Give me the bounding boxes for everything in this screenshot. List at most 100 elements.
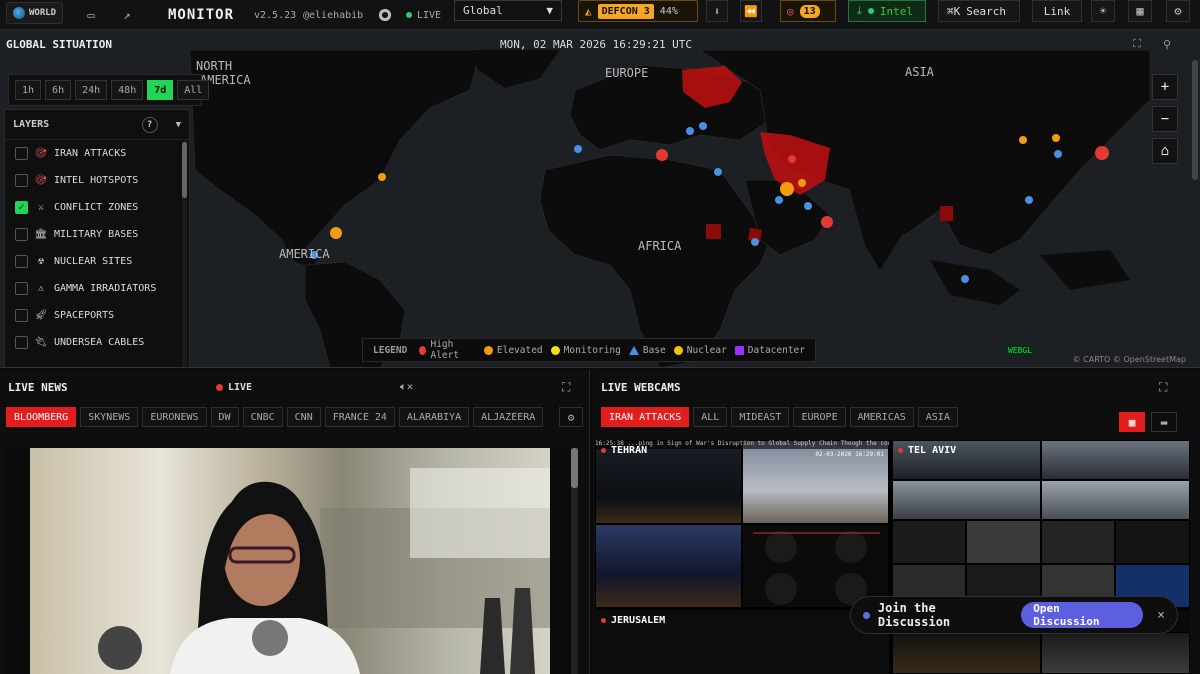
marker-high-alert[interactable] [1095,146,1109,160]
layer-checkbox[interactable] [15,228,28,241]
webcam-filter-tab[interactable]: ALL [693,407,728,427]
time-filter-6h[interactable]: 6h [45,80,72,100]
marker-high-alert[interactable] [821,216,833,228]
layer-checkbox[interactable] [15,336,28,349]
zoom-in-button[interactable]: + [1152,74,1178,100]
marker-elevated[interactable] [378,173,386,181]
marker-elevated[interactable] [1019,136,1027,144]
map-scrollbar[interactable] [1192,60,1198,180]
webcam-filter-tab[interactable]: AMERICAS [849,407,914,427]
marker-elevated[interactable] [1052,134,1060,142]
mute-icon[interactable]: 🔈︎× [400,380,413,394]
layer-row[interactable]: ⚠ GAMMA IRRADIATORS [5,275,189,302]
marker-high-alert[interactable] [788,155,796,163]
link-button[interactable]: Link [1032,0,1082,22]
marker-elevated[interactable] [780,182,794,196]
channel-tab[interactable]: DW [210,407,239,427]
news-scrollbar[interactable] [571,448,578,674]
marker-base[interactable] [574,145,582,153]
webcam-subfeed[interactable] [966,520,1041,564]
webcam-subfeed[interactable] [1115,520,1190,564]
channel-tab[interactable]: EURONEWS [142,407,207,427]
channel-tab[interactable]: ALARABIYA [398,407,470,427]
sun-icon[interactable]: ☀ [1091,0,1115,22]
panels-icon[interactable]: ▦ [1128,0,1152,22]
layers-header[interactable]: LAYERS ? ▼ [5,110,189,140]
marker-base[interactable] [961,275,969,283]
alerts-button[interactable]: ◎ 13 [780,0,836,22]
defcon-indicator[interactable]: ◭ DEFCON 3 44% [578,0,698,22]
webcam-cell-jerusalem[interactable]: JERUSALEM [595,610,889,674]
channel-tab[interactable]: SKYNEWS [80,407,139,427]
gear-icon[interactable]: ⚙ [1166,0,1190,22]
grid-view-button[interactable]: ▦ [1119,412,1145,432]
layer-checkbox[interactable] [15,147,28,160]
channel-tab[interactable]: ALJAZEERA [473,407,544,427]
layer-checkbox[interactable] [15,309,28,322]
single-view-button[interactable]: ▬ [1151,412,1177,432]
monitor-icon[interactable]: ▭ [80,4,102,26]
layer-row[interactable]: 🏛︎ MILITARY BASES [5,221,189,248]
fullscreen-icon[interactable]: ⛶ [1126,34,1148,54]
map-attribution[interactable]: © CARTO © OpenStreetMap [1073,355,1186,364]
video-frame[interactable] [30,448,550,674]
marker-base[interactable] [775,196,783,204]
time-filter-7d[interactable]: 7d [147,80,174,100]
layer-row[interactable]: 🔌︎ UNDERSEA CABLES [5,329,189,356]
layers-scrollbar[interactable] [182,142,187,367]
marker-elevated[interactable] [798,179,806,187]
marker-high-alert[interactable] [656,149,668,161]
download-button[interactable]: ⬇ [706,0,728,22]
layer-row[interactable]: ✓ ⚔ CONFLICT ZONES [5,194,189,221]
news-video-player[interactable] [4,448,578,674]
layer-row[interactable]: 🎯︎ IRAN ATTACKS [5,140,189,167]
time-filter-1h[interactable]: 1h [15,80,42,100]
conflict-zone-myanmar[interactable] [940,206,953,221]
webcam-filter-tab[interactable]: EUROPE [793,407,846,427]
layer-checkbox[interactable] [15,255,28,268]
marker-base[interactable] [1054,150,1062,158]
time-filter-24h[interactable]: 24h [75,80,108,100]
layer-checkbox[interactable] [15,174,28,187]
zoom-out-button[interactable]: − [1152,106,1178,132]
rewind-button[interactable]: ⏪ [740,0,762,22]
region-select[interactable]: Global ▼ [454,0,562,21]
github-icon[interactable] [378,0,392,30]
marker-base[interactable] [714,168,722,176]
webcam-subfeed[interactable] [892,632,1041,674]
pin-icon[interactable]: ⚲ [1156,34,1178,54]
fullscreen-icon[interactable]: ⛶ [1159,380,1167,395]
webcam-subfeed[interactable] [1041,520,1115,564]
channel-tab[interactable]: BLOOMBERG [6,407,77,427]
gear-icon[interactable]: ⚙ [559,407,583,427]
marker-base[interactable] [1025,196,1033,204]
close-icon[interactable]: × [1157,608,1165,623]
layer-checkbox[interactable]: ✓ [15,201,28,214]
conflict-zone-sudan[interactable] [706,224,721,239]
marker-base[interactable] [686,127,694,135]
collapse-icon[interactable]: ▼ [176,120,181,130]
webcam-subfeed[interactable] [892,520,966,564]
marker-base[interactable] [699,122,707,130]
open-discussion-button[interactable]: Open Discussion [1021,602,1144,628]
webcam-subfeed[interactable]: 02-03-2026 16:29:01 [742,440,889,524]
webcam-filter-tab[interactable]: IRAN ATTACKS [601,407,690,427]
time-filter-48h[interactable]: 48h [111,80,144,100]
marker-base[interactable] [804,202,812,210]
webcam-subfeed[interactable] [1041,632,1190,674]
fullscreen-icon[interactable]: ⛶ [562,380,570,395]
channel-tab[interactable]: CNN [286,407,321,427]
channel-tab[interactable]: FRANCE 24 [324,407,395,427]
webcam-subfeed[interactable] [1041,440,1190,480]
time-filter-all[interactable]: All [177,80,210,100]
layer-row[interactable]: 🎯︎ INTEL HOTSPOTS [5,167,189,194]
webcam-filter-tab[interactable]: ASIA [917,407,958,427]
layer-row[interactable]: ☢ NUCLEAR SITES [5,248,189,275]
webcam-subfeed[interactable] [1041,480,1190,520]
webcam-subfeed[interactable] [595,524,742,608]
search-button[interactable]: ⌘K Search [938,0,1020,22]
layer-row[interactable]: 🚀︎ SPACEPORTS [5,302,189,329]
webcam-filter-tab[interactable]: MIDEAST [731,407,790,427]
author-handle[interactable]: @eliehabib [303,0,363,30]
world-button[interactable]: WORLD [6,2,64,24]
